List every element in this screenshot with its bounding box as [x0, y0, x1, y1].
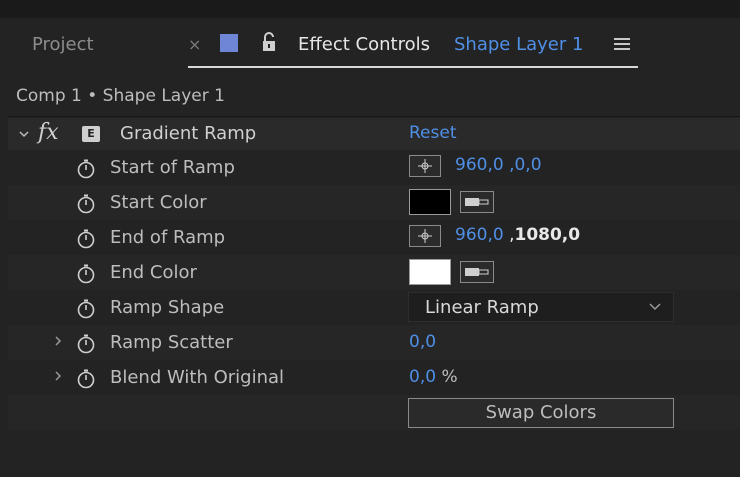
stopwatch-icon[interactable] [76, 298, 96, 320]
blend-number[interactable]: 0,0 [409, 367, 436, 387]
chevron-down-icon[interactable] [18, 128, 30, 140]
point-separator: , [503, 225, 515, 245]
stopwatch-icon[interactable] [76, 263, 96, 285]
chevron-right-icon[interactable] [52, 370, 64, 382]
chevron-down-icon [649, 303, 661, 311]
swap-colors-button[interactable]: Swap Colors [408, 398, 674, 428]
dropdown-selected-value: Linear Ramp [425, 297, 539, 318]
property-row: Start Color [8, 185, 740, 220]
panel-menu-icon[interactable] [614, 38, 630, 50]
point-x[interactable]: 960,0 [455, 225, 504, 245]
top-strip [0, 0, 740, 18]
tab-project[interactable]: Project [32, 34, 94, 55]
property-label: End of Ramp [110, 227, 226, 248]
percent-unit: % [441, 367, 458, 387]
tab-layer-name[interactable]: Shape Layer 1 [454, 34, 583, 55]
lock-icon[interactable] [260, 32, 278, 52]
active-tab-underline [188, 66, 638, 68]
point-x[interactable]: 960,0 [455, 155, 504, 175]
property-label: Start Color [110, 192, 207, 213]
point-target-button[interactable] [409, 225, 441, 247]
fx-toggle[interactable]: fx [38, 120, 59, 145]
panel-tab-bar: Project × Effect Controls Shape Layer 1 [8, 18, 740, 76]
chevron-right-icon[interactable] [52, 335, 64, 347]
point-separator: , [503, 155, 515, 175]
color-swatch[interactable] [409, 259, 451, 285]
point-y[interactable]: 0,0 [514, 155, 541, 175]
property-label: Blend With Original [110, 367, 285, 388]
ramp-scatter-value[interactable]: 0,0 [409, 332, 436, 352]
property-label: Start of Ramp [110, 157, 235, 178]
property-list: fx E Gradient Ramp Reset Start of Ramp 9… [8, 118, 740, 430]
tab-effect-controls[interactable]: Effect Controls [298, 34, 430, 55]
property-row: End of Ramp 960,0 ,1080,0 [8, 220, 740, 255]
point-value[interactable]: 960,0 ,1080,0 [455, 225, 580, 245]
stopwatch-icon[interactable] [76, 368, 96, 390]
eyedropper-icon [465, 198, 489, 206]
swap-row: Swap Colors [8, 395, 740, 430]
eyedropper-icon [465, 268, 489, 276]
effect-badge-icon: E [82, 126, 100, 142]
stopwatch-icon[interactable] [76, 333, 96, 355]
effect-header-row: fx E Gradient Ramp Reset [8, 118, 740, 150]
point-target-button[interactable] [409, 155, 441, 177]
ramp-shape-dropdown[interactable]: Linear Ramp [408, 292, 674, 322]
property-label: Ramp Shape [110, 297, 225, 318]
color-swatch[interactable] [409, 189, 451, 215]
eyedropper-button[interactable] [460, 261, 494, 283]
close-icon[interactable]: × [188, 35, 201, 54]
property-row: Ramp Scatter 0,0 [8, 325, 740, 360]
property-label: Ramp Scatter [110, 332, 233, 353]
crosshair-icon [418, 229, 432, 243]
reset-button[interactable]: Reset [409, 123, 457, 143]
divider [8, 116, 740, 117]
blend-value[interactable]: 0,0 % [409, 367, 458, 387]
effect-name[interactable]: Gradient Ramp [120, 123, 256, 144]
layer-color-swatch [220, 34, 238, 52]
point-y[interactable]: 1080,0 [514, 225, 580, 245]
crosshair-icon [418, 159, 432, 173]
point-value[interactable]: 960,0 ,0,0 [455, 155, 542, 175]
eyedropper-button[interactable] [460, 191, 494, 213]
property-row: Start of Ramp 960,0 ,0,0 [8, 150, 740, 185]
stopwatch-icon[interactable] [76, 158, 96, 180]
breadcrumb: Comp 1 • Shape Layer 1 [16, 86, 225, 106]
property-row: Ramp Shape Linear Ramp [8, 290, 740, 325]
property-row: End Color [8, 255, 740, 290]
effect-controls-panel: Project × Effect Controls Shape Layer 1 … [8, 18, 740, 477]
stopwatch-icon[interactable] [76, 228, 96, 250]
property-row: Blend With Original 0,0 % [8, 360, 740, 395]
property-label: End Color [110, 262, 197, 283]
stopwatch-icon[interactable] [76, 193, 96, 215]
